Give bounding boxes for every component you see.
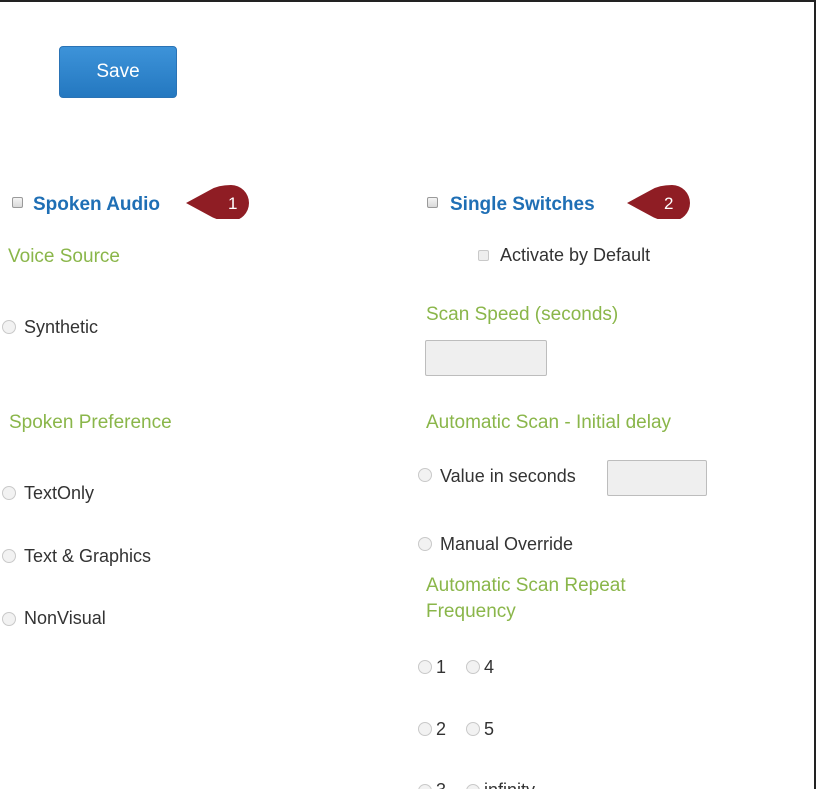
synthetic-label: Synthetic	[24, 317, 99, 337]
value-in-seconds-radio[interactable]	[418, 468, 432, 482]
scan-speed-input[interactable]	[425, 340, 547, 376]
text-graphics-radio[interactable]	[2, 549, 16, 563]
callout-marker-2: 2	[627, 185, 690, 219]
frequency-2-radio[interactable]	[418, 722, 432, 736]
frequency-4-radio[interactable]	[466, 660, 480, 674]
frequency-infinity-radio[interactable]	[466, 784, 480, 789]
frequency-2-label: 2	[436, 719, 447, 739]
synthetic-radio[interactable]	[2, 320, 16, 334]
callout-marker-1-label: 1	[228, 194, 237, 213]
frequency-4-label: 4	[484, 657, 495, 677]
textonly-radio[interactable]	[2, 486, 16, 500]
textonly-label: TextOnly	[24, 483, 95, 503]
scan-speed-heading: Scan Speed (seconds)	[426, 304, 619, 325]
save-button[interactable]: Save	[59, 46, 177, 98]
frequency-1-radio[interactable]	[418, 660, 432, 674]
frequency-3-label: 3	[436, 780, 446, 789]
single-switches-checkbox[interactable]	[427, 197, 438, 208]
frequency-1-label: 1	[436, 657, 447, 677]
frequency-infinity-label: infinity	[484, 780, 535, 789]
spoken-audio-checkbox[interactable]	[12, 197, 23, 208]
activate-by-default-checkbox[interactable]	[478, 250, 489, 261]
settings-panel: Save Spoken Audio 1 Voice Source Synthet…	[0, 0, 816, 789]
frequency-5-radio[interactable]	[466, 722, 480, 736]
frequency-3-radio[interactable]	[418, 784, 432, 789]
voice-source-heading: Voice Source	[8, 246, 120, 267]
frequency-5-label: 5	[484, 719, 495, 739]
initial-delay-heading: Automatic Scan - Initial delay	[426, 412, 672, 433]
initial-delay-input[interactable]	[607, 460, 707, 496]
value-in-seconds-label: Value in seconds	[440, 466, 576, 486]
manual-override-radio[interactable]	[418, 537, 432, 551]
activate-by-default-label: Activate by Default	[500, 245, 651, 265]
nonvisual-label: NonVisual	[24, 608, 106, 628]
spoken-audio-label: Spoken Audio	[33, 194, 161, 215]
text-graphics-label: Text & Graphics	[24, 546, 152, 566]
nonvisual-radio[interactable]	[2, 612, 16, 626]
callout-marker-1: 1	[186, 185, 249, 219]
spoken-preference-heading: Spoken Preference	[9, 412, 172, 433]
manual-override-label: Manual Override	[440, 534, 574, 554]
callout-marker-2-label: 2	[664, 194, 673, 213]
single-switches-label: Single Switches	[450, 194, 595, 215]
repeat-frequency-heading-line1: Automatic Scan Repeat	[426, 575, 626, 596]
repeat-frequency-heading-line2: Frequency	[426, 601, 516, 622]
